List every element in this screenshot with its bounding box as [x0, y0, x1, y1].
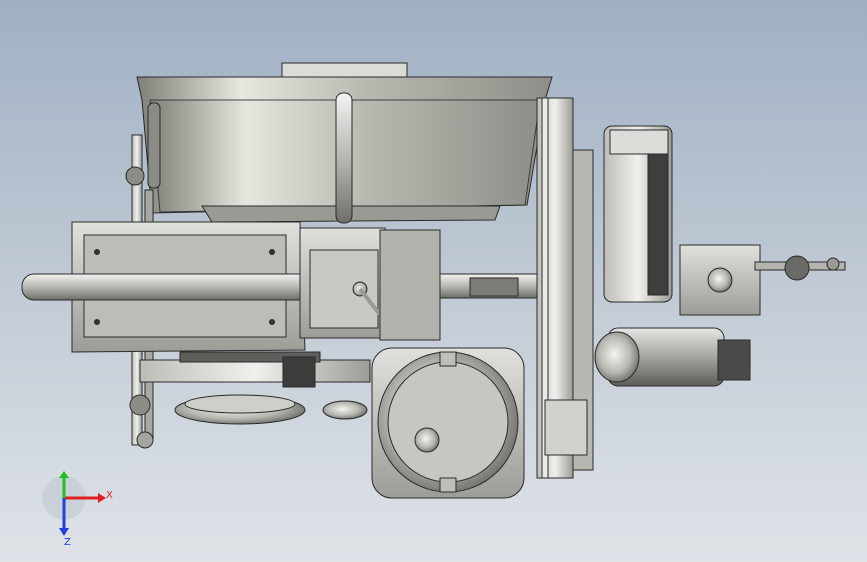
z-axis-arrowhead	[59, 528, 69, 536]
motor[interactable]	[594, 327, 751, 387]
coordinate-triad: X Y Z	[42, 470, 113, 548]
y-axis-label: Y	[63, 470, 71, 473]
control-box[interactable]	[603, 125, 673, 303]
horizontal-tube[interactable]	[21, 273, 571, 301]
x-axis-arrowhead	[98, 493, 106, 503]
valve-assembly[interactable]	[679, 244, 846, 316]
x-axis-label: X	[106, 490, 113, 501]
machine-assembly-model[interactable]	[0, 0, 867, 562]
vertical-rail[interactable]	[536, 97, 594, 479]
lower-frame[interactable]	[139, 351, 371, 425]
z-axis-label: Z	[64, 537, 71, 548]
central-gearbox[interactable]	[299, 227, 441, 341]
mixing-bowl[interactable]	[136, 62, 553, 224]
graphics-viewport[interactable]: X Y Z	[0, 0, 867, 562]
round-canister[interactable]	[371, 347, 525, 499]
